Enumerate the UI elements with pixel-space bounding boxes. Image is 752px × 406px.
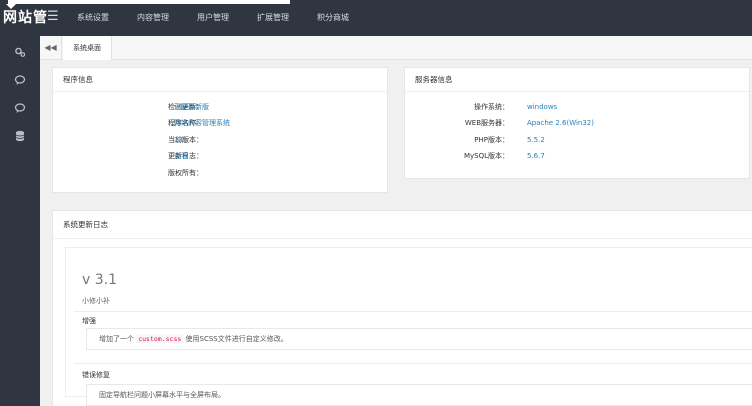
change-text: 增加了一个: [99, 335, 134, 343]
version-entry: v 3.1 小修小补 增强 增加了一个 custom.scss 使用SCSS文件…: [65, 247, 752, 406]
changelog-view-link[interactable]: 查看: [174, 150, 188, 162]
os-value: windows: [527, 103, 558, 111]
info-row: 程序名称： 网站内容管理系统: [53, 117, 389, 129]
mysql-version-value: 5.6.7: [527, 152, 545, 160]
panel-title: 系统更新日志: [53, 211, 752, 239]
version-number: v 3.1: [82, 272, 117, 288]
info-row: 操作系统： windows: [405, 101, 751, 113]
program-name-value[interactable]: 网站内容管理系统: [174, 117, 230, 129]
panel-title: 程序信息: [53, 68, 387, 92]
panel-title: 服务器信息: [405, 68, 749, 92]
comment-icon[interactable]: [12, 102, 28, 118]
info-row: 更新日志： 查看: [53, 150, 389, 162]
nav-points-mall[interactable]: 积分商城: [303, 0, 363, 36]
section-heading: 错误修复: [82, 371, 110, 379]
info-label: 操作系统：: [474, 103, 509, 111]
double-chevron-left-icon[interactable]: ◀◀: [40, 36, 62, 60]
info-row: WEB服务器： Apache 2.6(Win32): [405, 117, 751, 129]
nav-extension-management[interactable]: 扩展管理: [243, 0, 303, 36]
program-info-panel: 程序信息 检测更新： 已是最新版 程序名称： 网站内容管理系统 当前版本： 1.…: [52, 67, 388, 193]
current-version-value: 1.0: [174, 136, 186, 144]
server-info-panel: 服务器信息 操作系统： windows WEB服务器： Apache 2.6(W…: [404, 67, 750, 179]
section-heading: 增强: [82, 317, 96, 325]
update-check-link[interactable]: 已是最新版: [174, 101, 209, 113]
info-label: PHP版本：: [474, 136, 509, 144]
divider: [74, 311, 752, 312]
sidebar: [0, 36, 40, 406]
nav-system-settings[interactable]: 系统设置: [63, 0, 123, 36]
brand-logo[interactable]: 网站管: [3, 9, 48, 27]
top-navbar: 网站管 ☰ 系统设置 内容管理 用户管理 扩展管理 积分商城: [0, 0, 752, 36]
change-text: 使用SCSS文件进行自定义修改。: [185, 335, 288, 343]
info-label: 版权所有：: [168, 169, 203, 177]
web-server-value: Apache 2.6(Win32): [527, 119, 594, 127]
info-row: MySQL版本： 5.6.7: [405, 150, 751, 162]
tab-system-desktop[interactable]: 系统桌面: [63, 36, 112, 60]
php-version-value: 5.5.2: [527, 136, 545, 144]
nav-content-management[interactable]: 内容管理: [123, 0, 183, 36]
change-item: 增加了一个 custom.scss 使用SCSS文件进行自定义修改。: [86, 328, 752, 350]
database-icon[interactable]: [12, 130, 28, 146]
info-label: WEB服务器：: [464, 119, 509, 127]
change-item: 固定导航栏问题小屏幕水平与全屏布局。: [86, 384, 752, 406]
hamburger-icon[interactable]: ☰: [47, 10, 59, 23]
gears-icon[interactable]: [12, 46, 28, 62]
info-row: 当前版本： 1.0: [53, 134, 389, 146]
change-text: 固定导航栏问题小屏幕水平与全屏布局。: [99, 391, 225, 399]
info-row: 检测更新： 已是最新版: [53, 101, 389, 113]
divider: [74, 363, 752, 364]
info-label: MySQL版本：: [463, 152, 509, 160]
top-nav-menu: 系统设置 内容管理 用户管理 扩展管理 积分商城: [63, 0, 363, 36]
code-snippet: custom.scss: [136, 335, 184, 343]
info-row: 版权所有：: [53, 167, 389, 179]
changelog-panel: 系统更新日志 v 3.1 小修小补 增强 增加了一个 custom.scss 使…: [52, 210, 752, 406]
tab-strip: ◀◀ 系统桌面: [40, 36, 752, 60]
version-subtitle: 小修小补: [82, 297, 110, 305]
chat-icon[interactable]: [12, 74, 28, 90]
nav-user-management[interactable]: 用户管理: [183, 0, 243, 36]
info-row: PHP版本： 5.5.2: [405, 134, 751, 146]
